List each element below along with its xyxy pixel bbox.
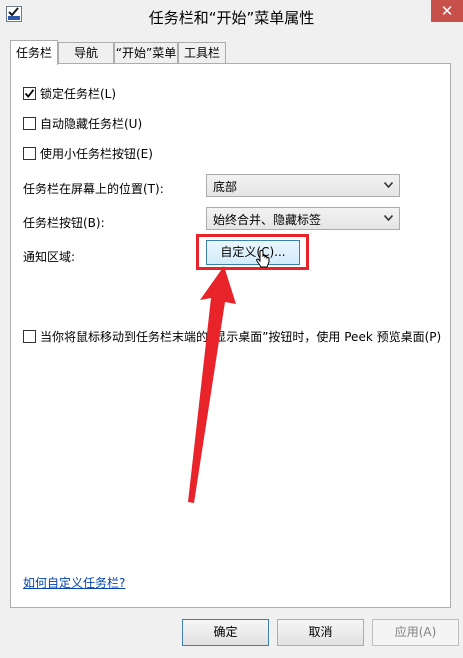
auto-hide-checkbox[interactable]: [23, 117, 36, 130]
tab-start-menu[interactable]: “开始”菜单: [114, 42, 178, 64]
window-title: 任务栏和“开始”菜单属性: [148, 9, 315, 27]
ok-button[interactable]: 确定: [182, 619, 269, 646]
apply-button[interactable]: 应用(A): [372, 619, 459, 646]
hand-cursor-icon: [256, 250, 270, 268]
notification-area-label: 通知区域:: [23, 250, 76, 264]
customize-button[interactable]: 自定义(C)...: [206, 240, 300, 265]
lock-taskbar-label: 锁定任务栏(L): [40, 87, 117, 101]
chevron-down-icon: [384, 182, 393, 188]
tab-toolbars[interactable]: 工具栏: [178, 42, 226, 64]
position-select[interactable]: 底部: [206, 174, 400, 197]
position-value: 底部: [213, 180, 238, 194]
buttons-mode-select[interactable]: 始终合并、隐藏标签: [206, 207, 400, 230]
help-link[interactable]: 如何自定义任务栏?: [23, 574, 125, 591]
small-buttons-label: 使用小任务栏按钮(E): [40, 147, 153, 161]
lock-taskbar-checkbox[interactable]: [23, 87, 36, 100]
auto-hide-label: 自动隐藏任务栏(U): [40, 117, 143, 131]
buttons-mode-label: 任务栏按钮(B):: [23, 216, 105, 230]
tab-navigation[interactable]: 导航: [58, 42, 114, 64]
peek-label: 当你将鼠标移动到任务栏末端的“显示桌面”按钮时，使用 Peek 预览桌面(P): [40, 330, 442, 344]
buttons-mode-value: 始终合并、隐藏标签: [213, 213, 322, 227]
position-label: 任务栏在屏幕上的位置(T):: [23, 182, 164, 196]
peek-checkbox[interactable]: [23, 330, 36, 343]
cancel-button[interactable]: 取消: [277, 619, 364, 646]
chevron-down-icon: [384, 215, 393, 221]
tab-taskbar[interactable]: 任务栏: [10, 40, 58, 65]
title-bar: 任务栏和“开始”菜单属性 ✕: [0, 0, 463, 33]
small-buttons-checkbox[interactable]: [23, 147, 36, 160]
close-button[interactable]: ✕: [431, 0, 463, 22]
